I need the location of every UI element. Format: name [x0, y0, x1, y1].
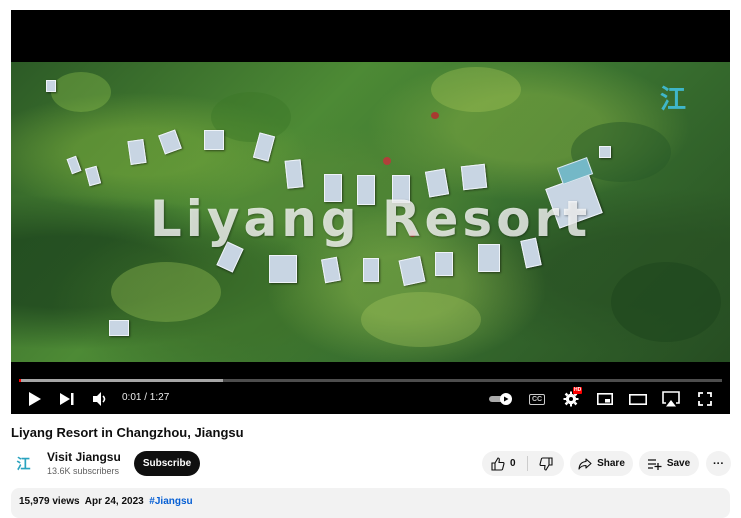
fullscreen-icon: [698, 392, 712, 406]
hd-badge: HD: [573, 387, 583, 394]
upload-date: Apr 24, 2023: [84, 496, 144, 507]
villa-roof: [284, 159, 304, 189]
villa-roof: [478, 244, 500, 272]
captions-icon: CC: [528, 393, 546, 405]
autoplay-toggle[interactable]: [488, 386, 514, 412]
like-count: 0: [510, 458, 516, 469]
villa-roof: [321, 256, 341, 284]
video-overlay-title: Liyang Resort: [149, 190, 592, 248]
red-tree: [431, 112, 439, 119]
video-player[interactable]: Liyang Resort 江 0:01 / 1:27 CC HD: [11, 10, 730, 414]
thumbs-up-icon: [491, 456, 505, 471]
settings-button[interactable]: HD: [561, 386, 583, 412]
airplay-icon: [662, 391, 680, 407]
tree-canopy: [611, 262, 721, 342]
share-icon: [578, 457, 592, 470]
progress-buffered: [19, 379, 223, 382]
next-icon: [60, 393, 74, 405]
tree-canopy: [431, 67, 521, 112]
progress-played: [19, 379, 22, 382]
volume-button[interactable]: [90, 386, 112, 412]
play-icon: [29, 392, 41, 406]
time-display: 0:01 / 1:27: [122, 392, 170, 403]
villa-roof: [109, 320, 129, 336]
villa-roof: [66, 155, 82, 175]
miniplayer-icon: [597, 393, 613, 405]
fullscreen-button[interactable]: [695, 386, 715, 412]
villa-roof: [435, 252, 453, 276]
villa-roof: [204, 130, 224, 150]
share-button[interactable]: Share: [570, 451, 633, 476]
video-frame[interactable]: Liyang Resort 江: [11, 62, 730, 362]
villa-roof: [158, 129, 182, 155]
channel-watermark-logo[interactable]: 江: [660, 84, 686, 114]
play-button[interactable]: [25, 386, 45, 412]
channel-avatar[interactable]: 江: [11, 451, 36, 476]
description-box[interactable]: 15,979 views Apr 24, 2023 #Jiangsu: [11, 488, 730, 518]
villa-roof: [363, 258, 379, 282]
share-label: Share: [597, 458, 625, 469]
video-meta: 15,979 views Apr 24, 2023 #Jiangsu: [19, 496, 193, 507]
subscriber-count: 13.6K subscribers: [47, 466, 120, 476]
tree-canopy: [361, 292, 481, 347]
thumbs-down-icon: [539, 456, 553, 471]
tree-canopy: [111, 262, 221, 322]
channel-name[interactable]: Visit Jiangsu: [47, 450, 121, 464]
captions-button[interactable]: CC: [528, 386, 546, 412]
villa-roof: [398, 255, 426, 287]
view-count: 15,979 views: [19, 496, 80, 507]
miniplayer-button[interactable]: [595, 386, 615, 412]
save-label: Save: [666, 458, 691, 469]
subscribe-button[interactable]: Subscribe: [134, 451, 200, 476]
more-icon: ···: [713, 457, 724, 470]
tree-canopy: [51, 72, 111, 112]
villa-roof: [84, 165, 102, 187]
next-button[interactable]: [57, 386, 77, 412]
progress-bar[interactable]: [19, 379, 722, 382]
hashtag-link[interactable]: #Jiangsu: [149, 496, 192, 507]
dislike-button[interactable]: [528, 451, 564, 476]
villa-roof: [46, 80, 56, 92]
cast-button[interactable]: [661, 386, 681, 412]
theater-mode-button[interactable]: [628, 386, 648, 412]
theater-mode-icon: [629, 393, 647, 405]
red-tree: [383, 157, 391, 165]
add-to-playlist-icon: [647, 458, 662, 470]
villa-roof: [599, 146, 611, 158]
villa-roof: [269, 255, 297, 283]
like-dislike-group: 0: [482, 451, 564, 476]
like-button[interactable]: 0: [482, 451, 527, 476]
volume-icon: [93, 392, 106, 406]
channel-logo: 江: [16, 455, 31, 472]
player-controls: 0:01 / 1:27 CC HD: [11, 386, 730, 412]
video-title: Liyang Resort in Changzhou, Jiangsu: [11, 425, 244, 440]
autoplay-toggle-icon: [489, 393, 512, 405]
more-actions-button[interactable]: ···: [706, 451, 731, 476]
save-button[interactable]: Save: [639, 451, 699, 476]
villa-roof: [460, 163, 488, 191]
villa-roof: [127, 139, 147, 165]
